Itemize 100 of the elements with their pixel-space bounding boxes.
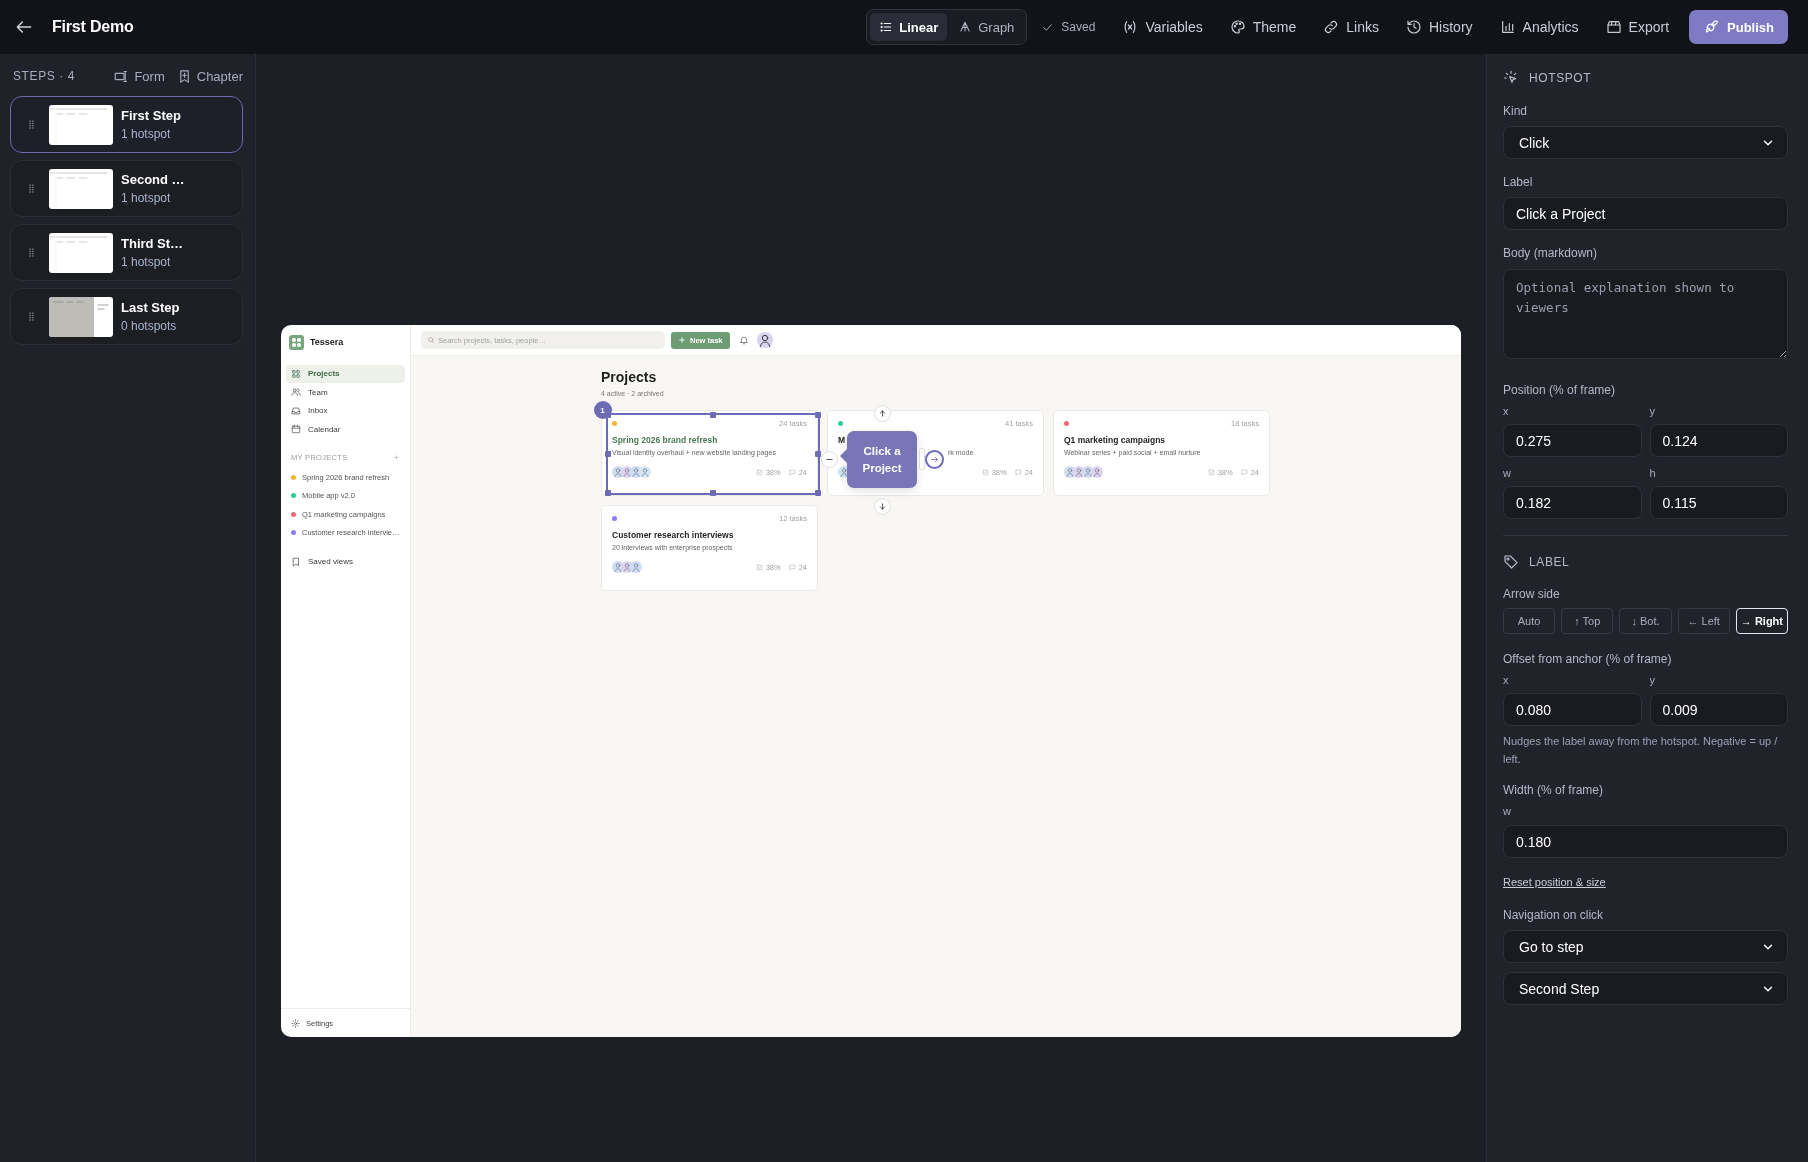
step-hotspot-count: 0 hotspots [121,319,178,333]
checkbox-icon [755,563,763,571]
navigation-dropdown[interactable]: Go to step [1503,930,1788,963]
calendar-icon [291,424,301,435]
sidebar-nav-item[interactable]: Inbox [286,402,405,420]
field-label: w [1503,804,1512,818]
project-title: M [838,435,847,445]
link-icon [1323,19,1340,35]
field-label: Navigation on click [1503,907,1605,923]
step-card[interactable]: Last Step 0 hotspots [10,288,243,345]
field-label: Body (markdown) [1503,245,1599,261]
resize-handle[interactable] [604,451,611,458]
project-title: Q1 marketing campaigns [1064,435,1167,445]
field-label: Width (% of frame) [1503,782,1605,798]
number-field[interactable]: 0.009 [1649,693,1788,726]
publish-button[interactable]: Publish [1689,10,1788,44]
step-card[interactable]: First Step 1 hotspot [10,96,243,153]
kind-dropdown[interactable]: Click [1503,126,1788,159]
width-handle[interactable] [919,448,925,470]
comment-icon [1240,468,1248,476]
field-label: Offset from anchor (% of frame) [1503,651,1673,667]
step-hotspot-count: 1 hotspot [121,191,172,205]
field-label: x [1503,404,1510,418]
variables-button[interactable]: Variables [1122,19,1203,35]
help-text: Nudges the label away from the hotspot. Negative = up / left. [1503,734,1779,767]
step-title: Second … [121,172,185,187]
plus-icon [678,336,686,344]
step-hotspot-count: 1 hotspot [121,127,172,141]
arrow-side-option[interactable]: ↑ Top [1561,608,1614,634]
number-field[interactable]: 0.182 [1503,486,1642,519]
view-mode-tab[interactable]: Graph [949,13,1024,41]
export-button[interactable]: Export [1605,19,1670,35]
arrow-down-icon [878,502,887,511]
palette-icon [1229,19,1246,35]
view-mode-tab[interactable]: Linear [870,13,948,41]
field-label: w [1503,466,1512,480]
checkbox-icon [981,468,989,476]
reset-link[interactable]: Reset position & size [1503,876,1606,888]
form-button[interactable]: Form [114,68,165,84]
grid-icon [291,368,301,379]
chapter-button[interactable]: Chapter [176,68,243,84]
checkbox-icon [1207,468,1215,476]
target-step-dropdown[interactable]: Second Step [1503,972,1788,1005]
sidebar-nav-item[interactable]: Calendar [286,420,405,438]
analytics-button[interactable]: Analytics [1499,19,1579,35]
field-label: y [1649,673,1656,687]
number-field[interactable]: 0.180 [1503,825,1788,858]
clapperboard-icon [1605,19,1622,35]
arrow-side-option[interactable]: Auto [1503,608,1556,634]
label-field[interactable]: Click a Project [1503,197,1788,230]
field-label: Label [1503,174,1534,190]
list-icon [879,20,894,34]
resize-handle[interactable] [815,490,822,497]
search-icon [427,336,435,344]
save-status: Saved [1061,20,1096,34]
theme-button[interactable]: Theme [1229,19,1297,35]
step-card[interactable]: Second … 1 hotspot [10,160,243,217]
drag-handle-icon [28,183,35,194]
resize-handle[interactable] [709,490,716,497]
number-field[interactable]: 0.275 [1503,424,1642,457]
links-button[interactable]: Links [1323,19,1379,35]
arrow-side-option[interactable]: → Right [1735,608,1788,634]
arrow-up-icon [878,409,887,418]
steps-heading: STEPS · 4 [13,69,77,83]
comment-icon [788,468,796,476]
field-label: y [1649,404,1656,418]
step-hotspot-count: 1 hotspot [121,255,172,269]
history-icon [1406,19,1422,35]
project-title: Spring 2026 brand refresh [612,435,719,445]
number-field[interactable]: 0.080 [1503,693,1642,726]
number-field[interactable]: 0.124 [1649,424,1788,457]
history-button[interactable]: History [1406,19,1473,35]
avatar [756,332,773,348]
project-title: Customer research interviews [612,530,735,540]
app-name: Tessera [310,337,344,347]
graph-icon [958,20,973,34]
step-title: First Step [121,108,181,123]
checkbox-icon [755,468,763,476]
resize-handle[interactable] [815,412,822,419]
resize-handle[interactable] [604,490,611,497]
page-title: Projects [601,369,658,386]
drag-handle-icon [28,247,35,258]
number-field[interactable]: 0.115 [1649,486,1788,519]
drag-handle-icon [28,119,35,130]
cursor-click-icon [1503,70,1519,86]
field-label: Arrow side [1503,586,1561,602]
arrow-side-option[interactable]: ← Left [1677,608,1730,634]
saved-views-item[interactable]: Saved views [286,553,405,571]
bell-icon [738,335,749,345]
step-title: Third St… [121,236,184,251]
text-field-icon [114,68,130,84]
field-label: x [1503,673,1510,687]
resize-handle[interactable] [709,412,716,419]
body-field[interactable]: Optional explanation shown to viewers [1503,269,1788,359]
users-icon [291,387,301,398]
sidebar-nav-item[interactable]: Projects [286,365,405,383]
step-card[interactable]: Third St… 1 hotspot [10,224,243,281]
sidebar-nav-item[interactable]: Team [286,383,405,401]
arrow-side-option[interactable]: ↓ Bot. [1619,608,1672,634]
resize-handle[interactable] [815,451,822,458]
